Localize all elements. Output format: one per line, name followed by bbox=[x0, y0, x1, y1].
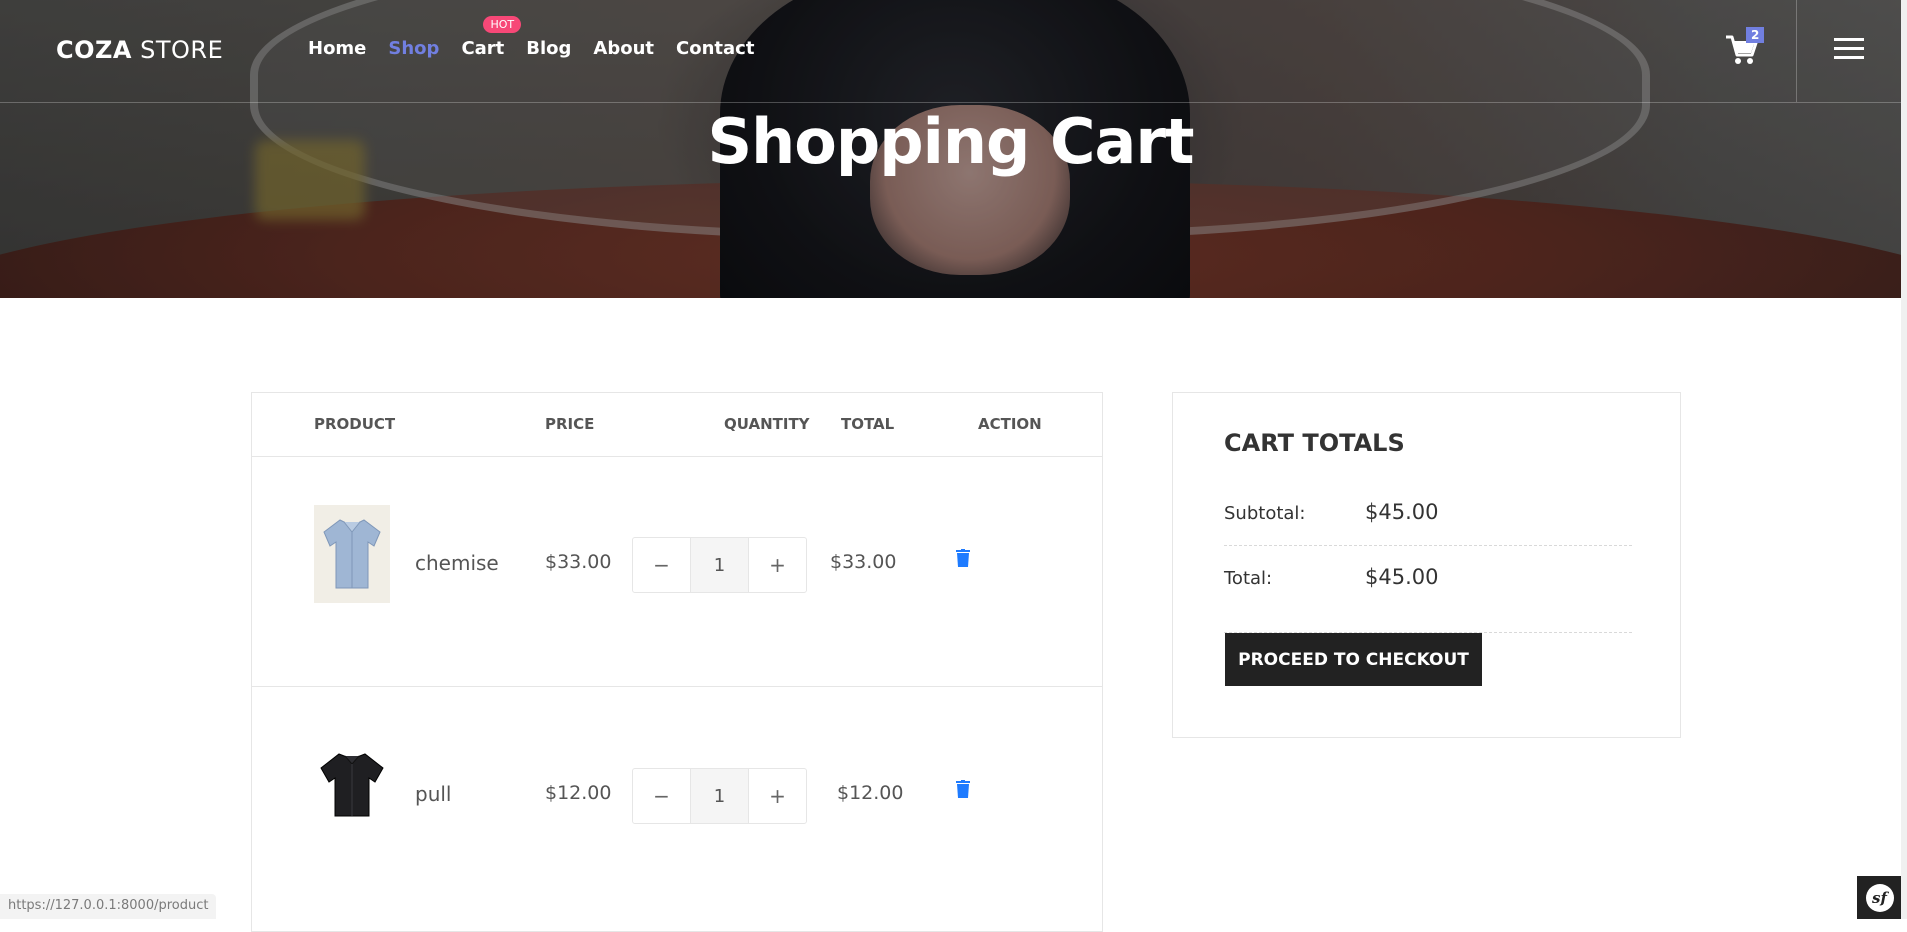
cart-table-header: PRODUCT PRICE QUANTITY TOTAL ACTION bbox=[252, 393, 1102, 457]
line-total: $12.00 bbox=[837, 782, 904, 804]
nav-contact[interactable]: Contact bbox=[676, 38, 754, 59]
nav-vertical-divider bbox=[1796, 0, 1797, 102]
nav-divider bbox=[0, 102, 1901, 103]
store-logo[interactable]: COZA STORE bbox=[56, 36, 223, 64]
product-name[interactable]: chemise bbox=[415, 551, 499, 575]
quantity-input[interactable]: 1 bbox=[690, 538, 749, 592]
trash-icon[interactable] bbox=[956, 549, 970, 567]
cart-totals-panel: CART TOTALS Subtotal: $45.00 Total: $45.… bbox=[1172, 392, 1681, 738]
nav-cart-label: Cart bbox=[461, 38, 505, 59]
quantity-decrease-button[interactable]: − bbox=[633, 538, 690, 592]
symfony-logo-icon: sf bbox=[1865, 883, 1894, 912]
total-label: Total: bbox=[1224, 568, 1273, 589]
nav-shop[interactable]: Shop bbox=[388, 38, 439, 59]
table-row: pull $12.00 − 1 + $12.00 bbox=[252, 688, 1102, 918]
logo-bold-text: COZA bbox=[56, 36, 132, 64]
symfony-debug-toolbar-button[interactable]: sf bbox=[1857, 876, 1902, 919]
product-price: $33.00 bbox=[545, 551, 612, 573]
nav-cart[interactable]: Cart HOT bbox=[461, 16, 522, 59]
line-total: $33.00 bbox=[830, 551, 897, 573]
nav-home[interactable]: Home bbox=[308, 38, 366, 59]
header-product: PRODUCT bbox=[314, 415, 396, 433]
hamburger-menu-icon[interactable] bbox=[1834, 38, 1864, 60]
cart-count-badge: 2 bbox=[1746, 27, 1765, 43]
product-thumbnail[interactable] bbox=[314, 505, 390, 603]
product-price: $12.00 bbox=[545, 782, 612, 804]
table-row: chemise $33.00 − 1 + $33.00 bbox=[252, 457, 1102, 687]
nav-blog[interactable]: Blog bbox=[526, 38, 571, 59]
header-total: TOTAL bbox=[841, 415, 895, 433]
subtotal-label: Subtotal: bbox=[1224, 503, 1306, 524]
quantity-stepper: − 1 + bbox=[632, 768, 807, 824]
hot-badge: HOT bbox=[483, 16, 522, 33]
product-thumbnail[interactable] bbox=[314, 736, 390, 834]
quantity-increase-button[interactable]: + bbox=[749, 538, 806, 592]
blue-shirt-icon bbox=[323, 519, 381, 589]
header-action: ACTION bbox=[978, 415, 1042, 433]
trash-icon[interactable] bbox=[956, 780, 970, 798]
proceed-to-checkout-button[interactable]: PROCEED TO CHECKOUT bbox=[1225, 633, 1482, 686]
header-quantity: QUANTITY bbox=[724, 415, 810, 433]
page-scrollbar[interactable] bbox=[1901, 0, 1907, 919]
quantity-stepper: − 1 + bbox=[632, 537, 807, 593]
quantity-increase-button[interactable]: + bbox=[749, 769, 806, 823]
quantity-decrease-button[interactable]: − bbox=[633, 769, 690, 823]
browser-status-url: https://127.0.0.1:8000/product bbox=[0, 894, 217, 919]
logo-light-text: STORE bbox=[140, 36, 224, 64]
quantity-input[interactable]: 1 bbox=[690, 769, 749, 823]
header-price: PRICE bbox=[545, 415, 595, 433]
total-value: $45.00 bbox=[1365, 565, 1439, 589]
nav-about[interactable]: About bbox=[593, 38, 654, 59]
page-title: Shopping Cart bbox=[707, 105, 1194, 178]
black-shirt-icon bbox=[320, 753, 384, 817]
cart-table: PRODUCT PRICE QUANTITY TOTAL ACTION chem… bbox=[251, 392, 1103, 932]
cart-totals-title: CART TOTALS bbox=[1224, 429, 1405, 457]
product-name[interactable]: pull bbox=[415, 782, 451, 806]
divider bbox=[1224, 545, 1632, 546]
main-menu: Home Shop Cart HOT Blog About Contact bbox=[308, 16, 776, 59]
subtotal-value: $45.00 bbox=[1365, 500, 1439, 524]
